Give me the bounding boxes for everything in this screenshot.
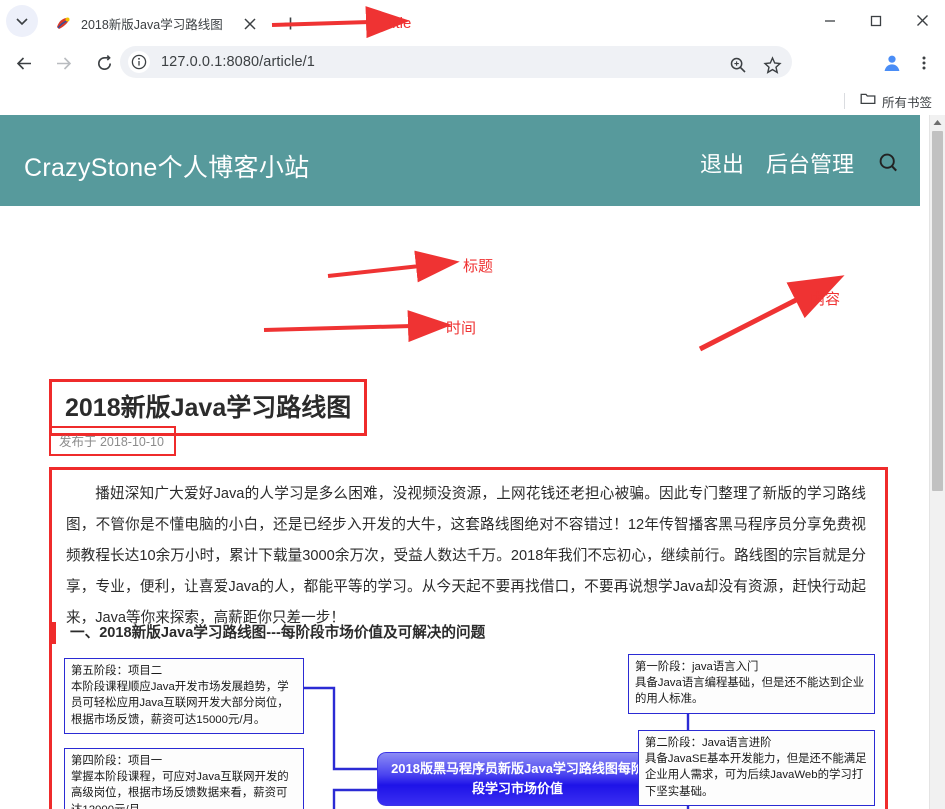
scroll-up-arrow[interactable] — [930, 115, 945, 130]
browser-tab[interactable]: 2018新版Java学习路线图 — [44, 5, 266, 41]
stage-4-title: 第四阶段：项目一 — [71, 755, 163, 767]
reload-button[interactable] — [90, 49, 119, 78]
folder-icon — [860, 91, 876, 111]
tab-strip: 2018新版Java学习路线图 — [0, 0, 945, 41]
window-close-button[interactable] — [899, 0, 945, 41]
article-paragraph: 播妞深知广大爱好Java的人学习是多么困难，没视频没资源，上网花钱还老担心被骗。… — [66, 486, 866, 626]
article-date: 发布于 2018-10-10 — [59, 435, 164, 449]
annotation-time: 时间 — [446, 320, 477, 337]
search-icon[interactable] — [876, 150, 902, 176]
stage-5-title: 第五阶段：项目二 — [71, 665, 163, 677]
vertical-scroll-thumb[interactable] — [932, 131, 943, 491]
new-tab-button[interactable] — [277, 10, 303, 36]
reload-icon — [98, 55, 111, 70]
annotation-heading: 标题 — [463, 258, 494, 275]
nav-admin[interactable]: 后台管理 — [766, 147, 854, 179]
three-dot-menu-icon[interactable] — [909, 48, 939, 78]
nav-logout[interactable]: 退出 — [700, 147, 744, 179]
stage-4-node: 第四阶段：项目一 掌握本阶段课程，可应对Java互联网开发的高级岗位，根据市场反… — [64, 748, 304, 809]
mindmap-diagram: 第五阶段：项目二 本阶段课程顺应Java开发市场发展趋势，学员可轻松应用Java… — [52, 654, 878, 809]
stage-2-body: 具备JavaSE基本开发能力，但是还不能满足企业用人需求，可为后续JavaWeb… — [645, 753, 867, 798]
stage-1-node: 第一阶段：java语言入门 具备Java语言编程基础，但是还不能达到企业的用人标… — [628, 654, 875, 714]
forward-button[interactable] — [49, 49, 78, 78]
article-date-annotation-box: 发布于 2018-10-10 — [49, 426, 176, 456]
stage-5-body: 本阶段课程顺应Java开发市场发展趋势，学员可轻松应用Java互联网开发大部分岗… — [71, 681, 289, 726]
tab-title: 2018新版Java学习路线图 — [81, 17, 223, 32]
site-header: CrazyStone个人博客小站 退出 后台管理 — [0, 115, 920, 206]
arrow-left-icon — [16, 57, 31, 70]
window-controls — [807, 0, 945, 41]
url-text: 127.0.0.1:8080/article/1 — [161, 54, 315, 70]
star-icon[interactable] — [758, 51, 786, 79]
mindmap-center-node: 2018版黑马程序员新版Java学习路线图每阶段学习市场价值 — [377, 752, 658, 806]
stage-2-title: 第二阶段：Java语言进阶 — [645, 737, 772, 749]
site-nav: 退出 后台管理 — [700, 147, 902, 179]
article-content-box: 播妞深知广大爱好Java的人学习是多么困难，没视频没资源，上网花钱还老担心被骗。… — [49, 467, 888, 809]
back-button[interactable] — [10, 49, 39, 78]
site-brand: CrazyStone个人博客小站 — [24, 154, 310, 182]
close-icon[interactable] — [241, 15, 258, 32]
browser-chrome: 2018新版Java学习路线图 127.0.0.1:8080/article/1… — [0, 0, 945, 116]
info-circle-icon[interactable] — [128, 51, 150, 73]
stage-2-node: 第二阶段：Java语言进阶 具备JavaSE基本开发能力，但是还不能满足企业用人… — [638, 730, 875, 806]
browser-toolbar: 127.0.0.1:8080/article/1 — [0, 41, 945, 86]
stage-4-body: 掌握本阶段课程，可应对Java互联网开发的高级岗位，根据市场反馈数据来看，薪资可… — [71, 771, 289, 809]
address-bar[interactable]: 127.0.0.1:8080/article/1 — [120, 46, 792, 78]
bookmarks-right: 所有书签 — [843, 89, 937, 113]
stage-1-body: 具备Java语言编程基础，但是还不能达到企业的用人标准。 — [635, 677, 865, 706]
window-close-icon — [916, 15, 928, 26]
bookmarks-bar: 所有书签 — [0, 86, 945, 116]
page-title: 2018新版Java学习路线图 — [65, 394, 352, 422]
vertical-scrollbar[interactable] — [929, 115, 945, 809]
annotation-content: 内容 — [810, 291, 841, 308]
web-page: CrazyStone个人博客小站 退出 后台管理 2018新版Java学习路线图… — [0, 115, 930, 809]
tab-search-button[interactable] — [6, 5, 38, 37]
omnibox-actions — [724, 51, 786, 79]
divider — [843, 93, 845, 109]
minimize-button[interactable] — [807, 0, 853, 41]
chevron-up-icon — [933, 120, 942, 125]
chevron-down-icon — [16, 18, 28, 26]
toolbar-right-actions — [877, 48, 939, 78]
plus-icon — [284, 17, 296, 29]
stage-1-title: 第一阶段：java语言入门 — [635, 661, 759, 673]
zoom-search-icon[interactable] — [724, 51, 752, 79]
maximize-icon — [870, 15, 882, 26]
site-favicon — [55, 15, 72, 32]
minimize-icon — [825, 19, 835, 22]
all-bookmarks-label: 所有书签 — [881, 95, 932, 110]
arrow-right-icon — [57, 57, 72, 70]
stage-5-node: 第五阶段：项目二 本阶段课程顺应Java开发市场发展趋势，学员可轻松应用Java… — [64, 658, 304, 734]
article-section-heading: 一、2018新版Java学习路线图---每阶段市场价值及可解决的问题 — [52, 622, 876, 644]
all-bookmarks-button[interactable]: 所有书签 — [855, 89, 937, 113]
annotation-title: title — [388, 15, 412, 32]
mindmap-center-label: 2018版黑马程序员新版Java学习路线图每阶段学习市场价值 — [391, 761, 644, 796]
profile-avatar-icon[interactable] — [877, 48, 907, 78]
page-viewport: CrazyStone个人博客小站 退出 后台管理 2018新版Java学习路线图… — [0, 115, 945, 809]
maximize-button[interactable] — [853, 0, 899, 41]
